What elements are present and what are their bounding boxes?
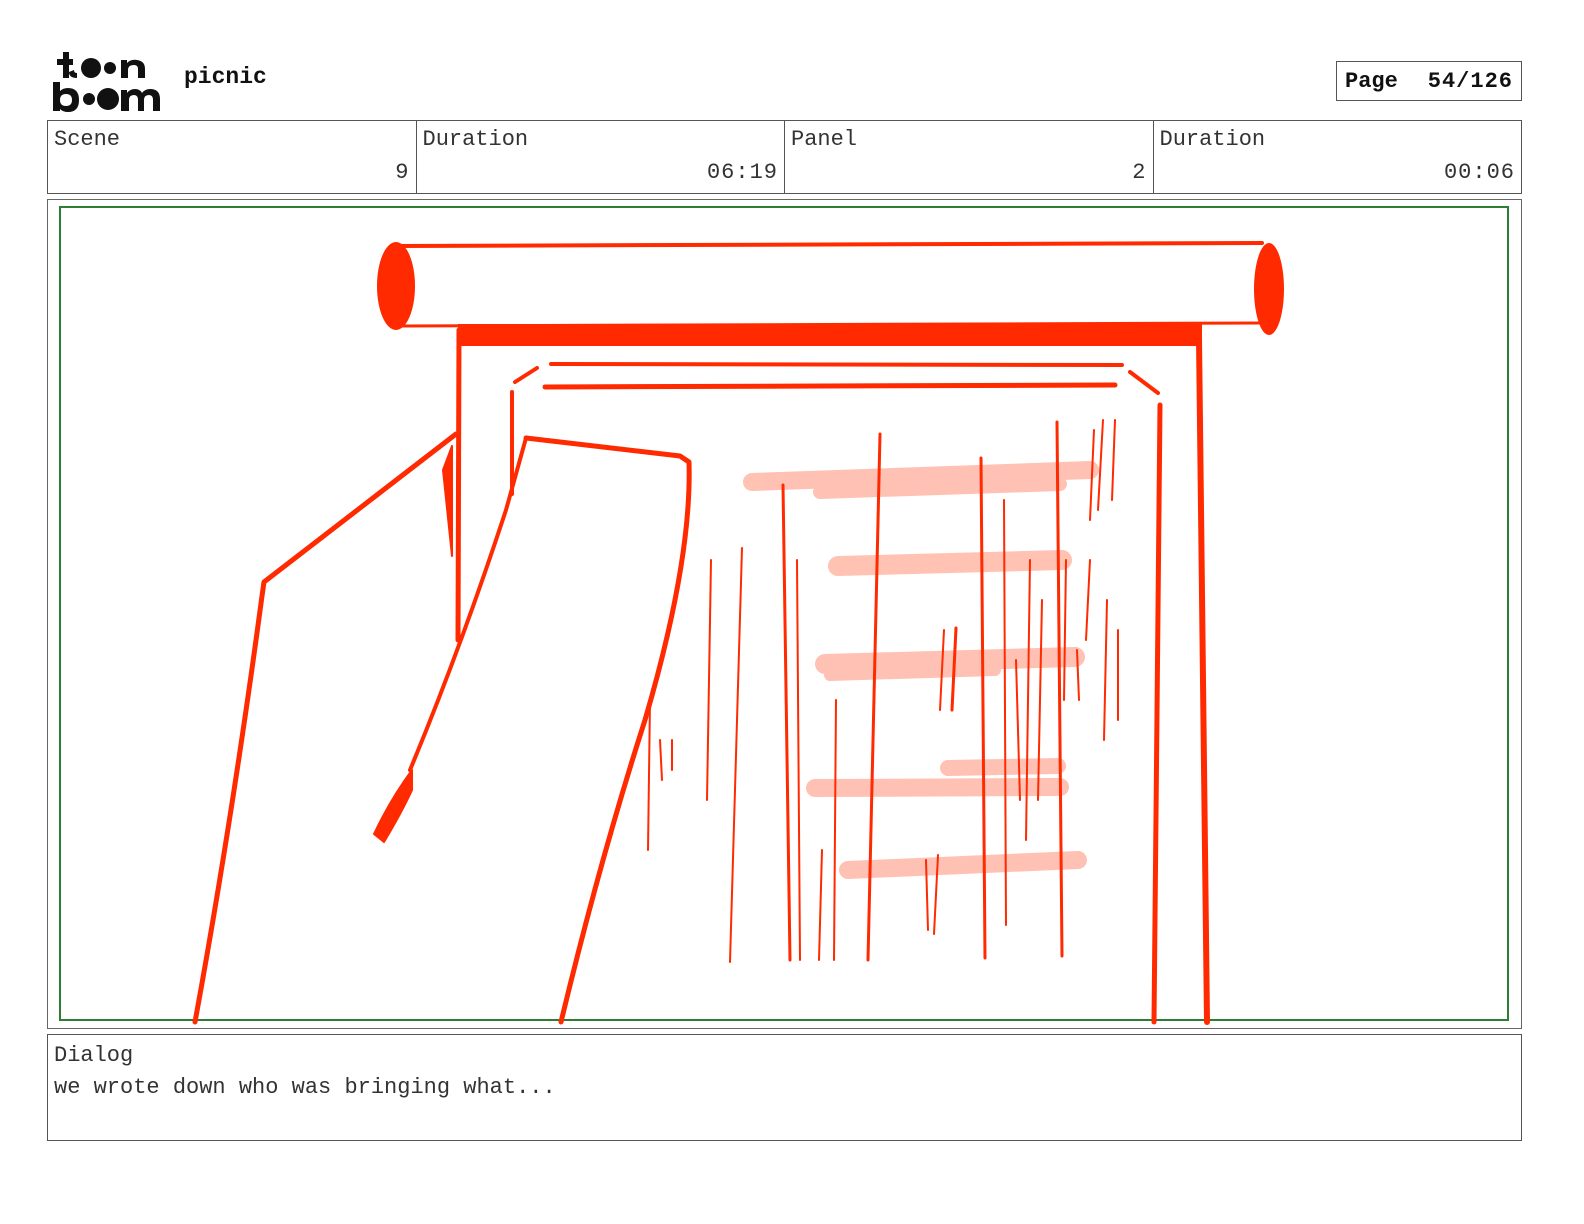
- panel-duration-label: Duration: [1159, 127, 1266, 152]
- panel-label: Panel: [791, 127, 858, 152]
- safe-area-frame: [59, 206, 1509, 1021]
- panel-value: 2: [1132, 160, 1147, 185]
- scene-duration-cell: Duration 06:19: [415, 121, 785, 193]
- page-indicator: Page 54/126: [1336, 61, 1522, 101]
- scene-duration-value: 06:19: [706, 160, 778, 185]
- panel-info-table: Scene 9 Duration 06:19 Panel 2 Duration …: [47, 120, 1522, 194]
- panel-duration-value: 00:06: [1443, 160, 1515, 185]
- dialog-box: Dialog we wrote down who was bringing wh…: [47, 1034, 1522, 1141]
- scene-label: Scene: [54, 127, 121, 152]
- page-number: 54/126: [1427, 68, 1513, 94]
- dialog-label: Dialog: [54, 1043, 134, 1068]
- dialog-text: we wrote down who was bringing what...: [54, 1075, 556, 1100]
- scene-duration-label: Duration: [422, 127, 529, 152]
- panel-duration-cell: Duration 00:06: [1152, 121, 1522, 193]
- project-title: picnic: [184, 64, 267, 90]
- panel-cell: Panel 2: [784, 121, 1153, 193]
- scene-cell: Scene 9: [48, 121, 416, 193]
- toonboom-logo: [53, 52, 160, 112]
- scene-value: 9: [395, 160, 410, 185]
- page-label: Page: [1345, 68, 1398, 94]
